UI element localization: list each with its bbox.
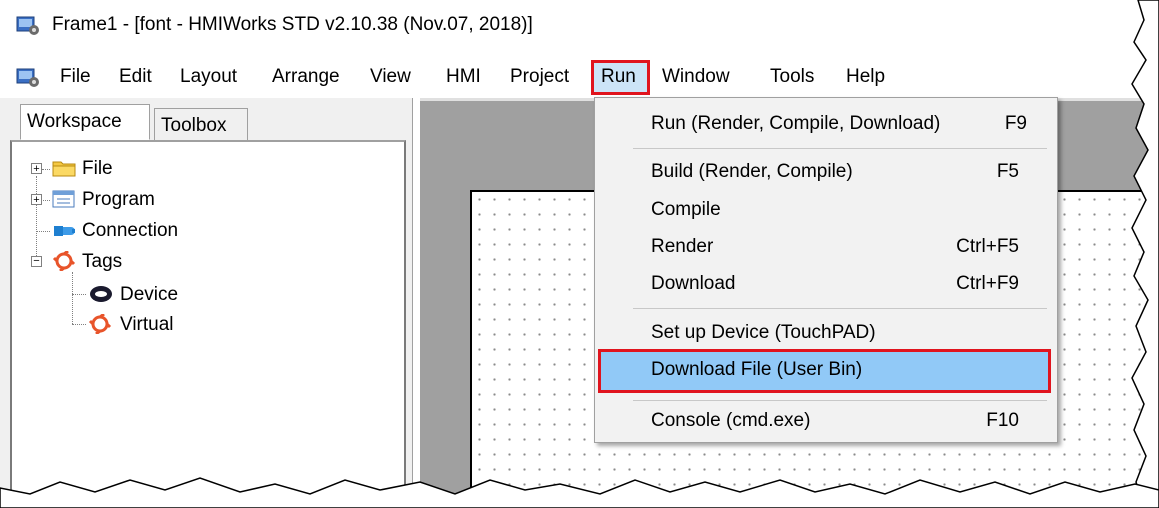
menu-item-console[interactable]: Console (cmd.exe) F10 [595, 403, 1055, 439]
app-icon [16, 16, 39, 35]
menu-item-label: Render [651, 236, 714, 257]
menu-item-run[interactable]: Run (Render, Compile, Download) F9 [595, 106, 1055, 142]
run-dropdown-menu: Run (Render, Compile, Download) F9 Build… [594, 97, 1058, 443]
menu-hmi[interactable]: HMI [446, 66, 481, 88]
menu-tools[interactable]: Tools [770, 66, 814, 88]
window-title: Frame1 - [font - HMIWorks STD v2.10.38 (… [52, 14, 533, 35]
menu-item-shortcut: F9 [1004, 113, 1027, 134]
menu-item-build[interactable]: Build (Render, Compile) F5 [595, 154, 1055, 190]
menu-item-label: Run (Render, Compile, Download) [651, 113, 941, 134]
menu-separator [633, 148, 1047, 149]
tree-line [72, 324, 86, 325]
tab-toolbox[interactable]: Toolbox [154, 108, 248, 142]
menu-item-setup-device[interactable]: Set up Device (TouchPAD) [595, 315, 1055, 351]
tree-item-file[interactable]: File [82, 158, 113, 180]
download-file-highlight-box [598, 349, 1051, 393]
menu-view[interactable]: View [370, 66, 411, 88]
expand-file-toggle[interactable]: + [31, 163, 42, 175]
tree-item-program[interactable]: Program [82, 189, 155, 211]
menu-item-shortcut: F5 [996, 161, 1019, 182]
tree-item-device[interactable]: Device [120, 284, 178, 306]
folder-icon [52, 161, 76, 177]
tags-icon [52, 251, 76, 271]
title-bar: Frame1 - [font - HMIWorks STD v2.10.38 (… [0, 0, 1159, 56]
menu-item-shortcut: Ctrl+F9 [956, 273, 1019, 294]
tree-item-connection[interactable]: Connection [82, 220, 178, 242]
collapse-tags-toggle[interactable]: − [31, 256, 42, 267]
menu-item-shortcut: Ctrl+F5 [956, 236, 1019, 257]
menu-item-download[interactable]: Download Ctrl+F9 [595, 266, 1055, 302]
tree-line [42, 169, 50, 170]
tree-line [36, 176, 37, 262]
torn-edge-right [1131, 0, 1159, 508]
menu-run[interactable]: Run [601, 66, 636, 88]
program-icon [52, 190, 75, 208]
device-icon [90, 286, 112, 302]
tree-line [36, 231, 50, 232]
menu-item-shortcut: F10 [986, 410, 1019, 431]
menu-separator [633, 308, 1047, 309]
expand-program-toggle[interactable]: + [31, 194, 42, 206]
menu-item-label: Download [651, 273, 736, 294]
menu-item-label: Console (cmd.exe) [651, 410, 811, 431]
connection-icon [54, 226, 75, 236]
menu-item-compile[interactable]: Compile [595, 192, 1055, 228]
torn-edge-bottom [0, 477, 1159, 508]
menu-item-label: Set up Device (TouchPAD) [651, 322, 876, 343]
menu-item-render[interactable]: Render Ctrl+F5 [595, 229, 1055, 265]
menu-separator [633, 400, 1047, 401]
menu-bar [0, 60, 1159, 96]
menu-item-label: Compile [651, 199, 721, 220]
tree-line [72, 294, 86, 295]
menu-window[interactable]: Window [662, 66, 730, 88]
virtual-tag-icon [88, 314, 112, 334]
menu-layout[interactable]: Layout [180, 66, 237, 88]
menu-project[interactable]: Project [510, 66, 569, 88]
menu-edit[interactable]: Edit [119, 66, 152, 88]
tree-item-virtual[interactable]: Virtual [120, 314, 174, 336]
tree-item-tags[interactable]: Tags [82, 251, 122, 273]
menu-arrange[interactable]: Arrange [272, 66, 340, 88]
menu-help[interactable]: Help [846, 66, 885, 88]
menu-file[interactable]: File [60, 66, 91, 88]
menu-item-label: Build (Render, Compile) [651, 161, 853, 182]
tab-workspace[interactable]: Workspace [20, 104, 150, 140]
app-icon[interactable] [16, 66, 40, 88]
tree-line [72, 272, 73, 324]
